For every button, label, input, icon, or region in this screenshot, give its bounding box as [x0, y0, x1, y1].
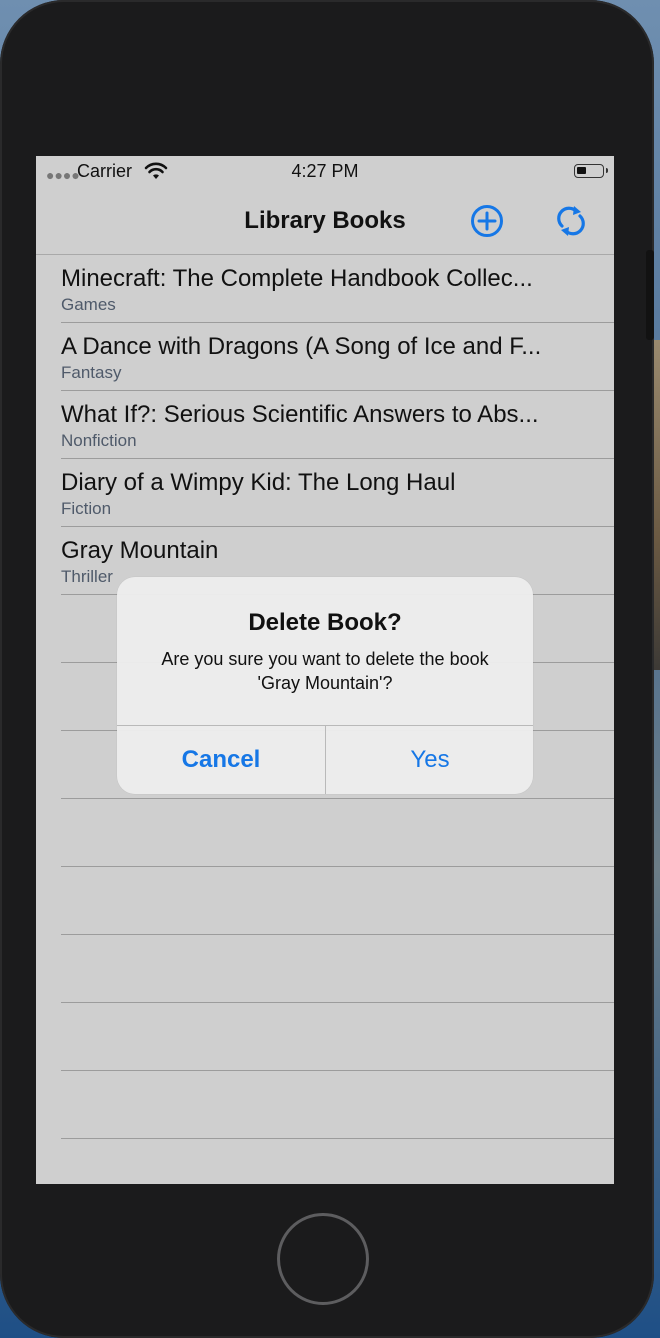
home-button[interactable]	[277, 1213, 369, 1305]
device-frame: ●●●● Carrier 4:27 PM Library Books Minec…	[0, 0, 654, 1338]
app-screen: ●●●● Carrier 4:27 PM Library Books Minec…	[36, 156, 614, 1184]
side-button	[646, 250, 654, 340]
alert-title: Delete Book?	[248, 609, 402, 636]
delete-alert-dialog: Delete Book? Are you sure you want to de…	[117, 577, 533, 794]
cancel-button[interactable]: Cancel	[117, 726, 325, 794]
confirm-delete-button[interactable]: Yes	[326, 726, 533, 794]
alert-message: Are you sure you want to delete the book…	[161, 649, 489, 693]
